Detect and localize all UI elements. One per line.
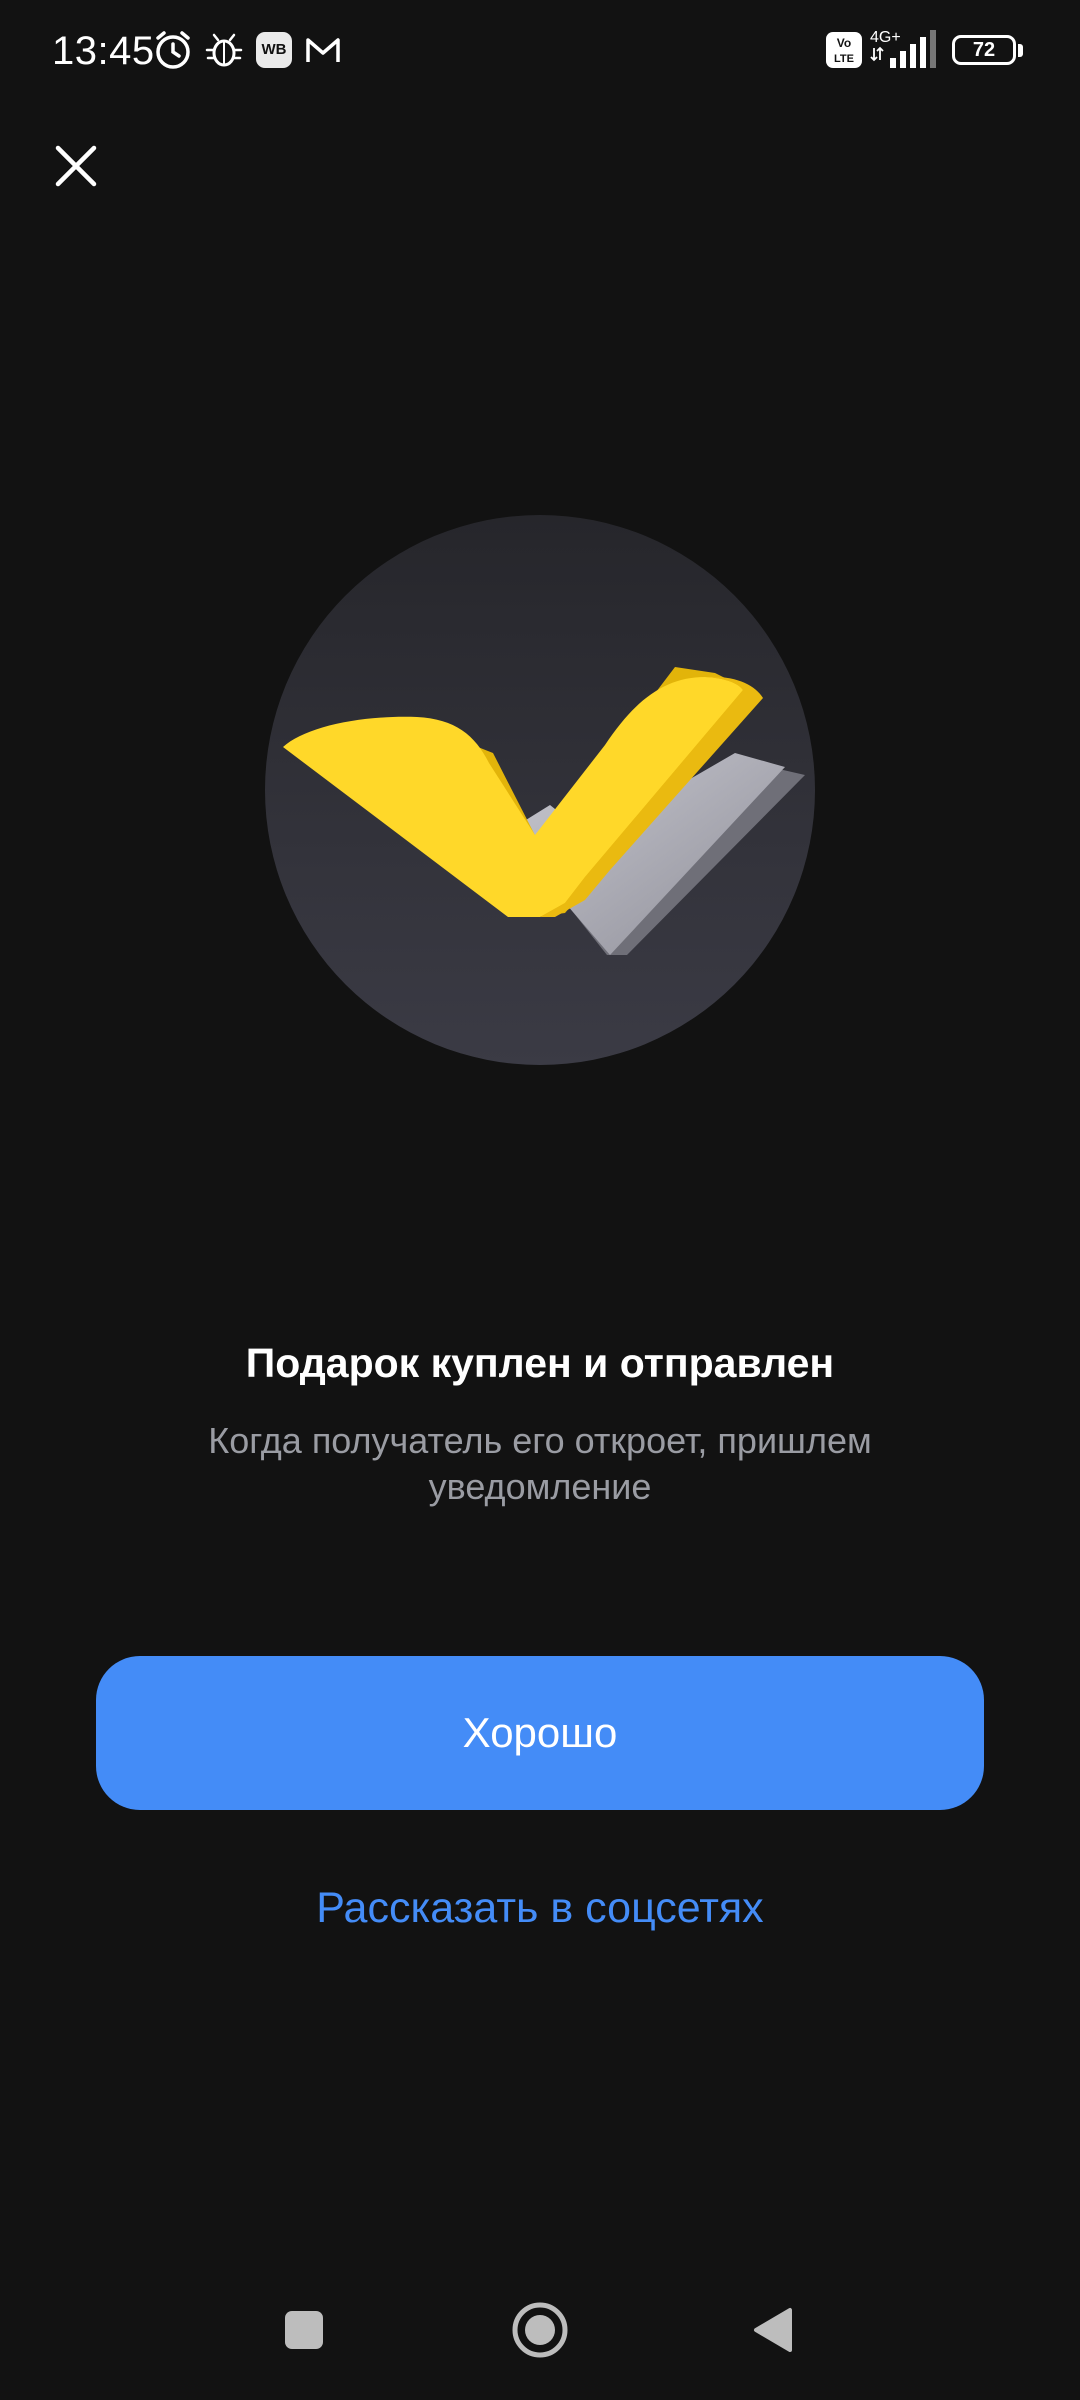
signal-icon: 4G+ (868, 26, 940, 70)
svg-text:Vo: Vo (837, 36, 851, 50)
recents-icon (285, 2311, 323, 2349)
share-social-link[interactable]: Рассказать в соцсетях (0, 1880, 1080, 1936)
back-icon (754, 2308, 792, 2352)
battery-level: 72 (972, 39, 996, 61)
gift-sent-screen: 13:45 WB Vo LTE 4G+ 72 Подарок куплен и … (0, 0, 1080, 2400)
gmail-icon (304, 28, 342, 72)
success-illustration (265, 515, 815, 1065)
svg-text:LTE: LTE (834, 53, 854, 65)
dialog-title: Подарок куплен и отправлен (245, 1340, 835, 1386)
close-button[interactable] (40, 130, 112, 202)
status-time: 13:45 (52, 29, 155, 73)
back-button[interactable] (732, 2290, 812, 2370)
system-nav-bar (0, 2290, 1080, 2370)
network-label: 4G+ (870, 29, 901, 46)
dialog-subtitle: Когда получатель его откроет, пришлем ув… (208, 1420, 872, 1507)
ok-button[interactable]: Хорошо (96, 1656, 984, 1810)
wb-app-icon: WB (256, 32, 292, 68)
recents-button[interactable] (264, 2290, 344, 2370)
status-bar: 13:45 WB Vo LTE 4G+ 72 (0, 0, 1080, 100)
close-icon (55, 145, 97, 187)
home-icon (512, 2302, 568, 2358)
battery-icon: 72 (952, 35, 1016, 65)
home-button[interactable] (500, 2290, 580, 2370)
alarm-icon (152, 28, 194, 72)
bug-icon (204, 28, 244, 72)
battery-tip (1018, 44, 1023, 57)
volte-icon: Vo LTE (826, 32, 862, 76)
